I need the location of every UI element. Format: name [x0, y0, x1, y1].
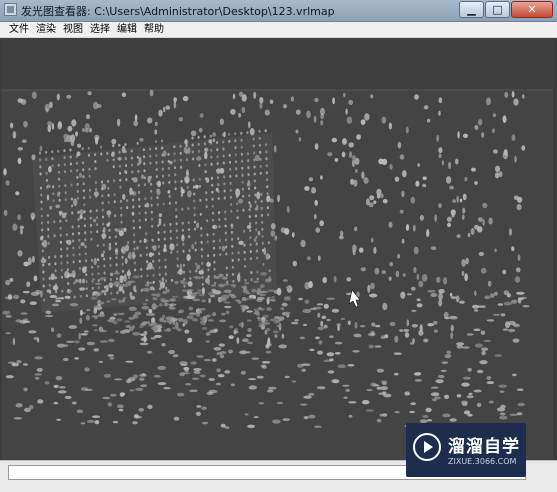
window-title: 发光图查看器: C:\Users\Administrator\Desktop\1…	[21, 5, 335, 18]
menu-edit[interactable]: 编辑	[117, 23, 137, 36]
minimize-button[interactable]: ▁	[459, 1, 484, 18]
close-button[interactable]: ✕	[511, 1, 553, 18]
title-bar[interactable]: 发光图查看器: C:\Users\Administrator\Desktop\1…	[0, 0, 557, 22]
menu-bar: 文件 渲染 视图 选择 编辑 帮助	[0, 22, 557, 38]
maximize-button[interactable]: □	[485, 1, 510, 18]
menu-select[interactable]: 选择	[90, 23, 110, 36]
irradiance-map-viewport[interactable]	[2, 38, 553, 460]
back-wall-area	[32, 133, 277, 313]
point-cloud-canvas[interactable]	[2, 38, 553, 460]
ceiling-area	[2, 38, 553, 90]
menu-render[interactable]: 渲染	[36, 23, 56, 36]
menu-view[interactable]: 视图	[63, 23, 83, 36]
menu-file[interactable]: 文件	[9, 23, 29, 36]
menu-help[interactable]: 帮助	[144, 23, 164, 36]
watermark-title: 溜溜自学	[448, 437, 520, 457]
play-logo-icon	[413, 433, 441, 461]
app-icon[interactable]	[4, 3, 17, 16]
watermark-url: ZIXUE.3066.COM	[448, 457, 517, 466]
watermark-logo: 溜溜自学 ZIXUE.3066.COM	[406, 423, 526, 477]
window-controls: ▁ □ ✕	[458, 1, 553, 18]
